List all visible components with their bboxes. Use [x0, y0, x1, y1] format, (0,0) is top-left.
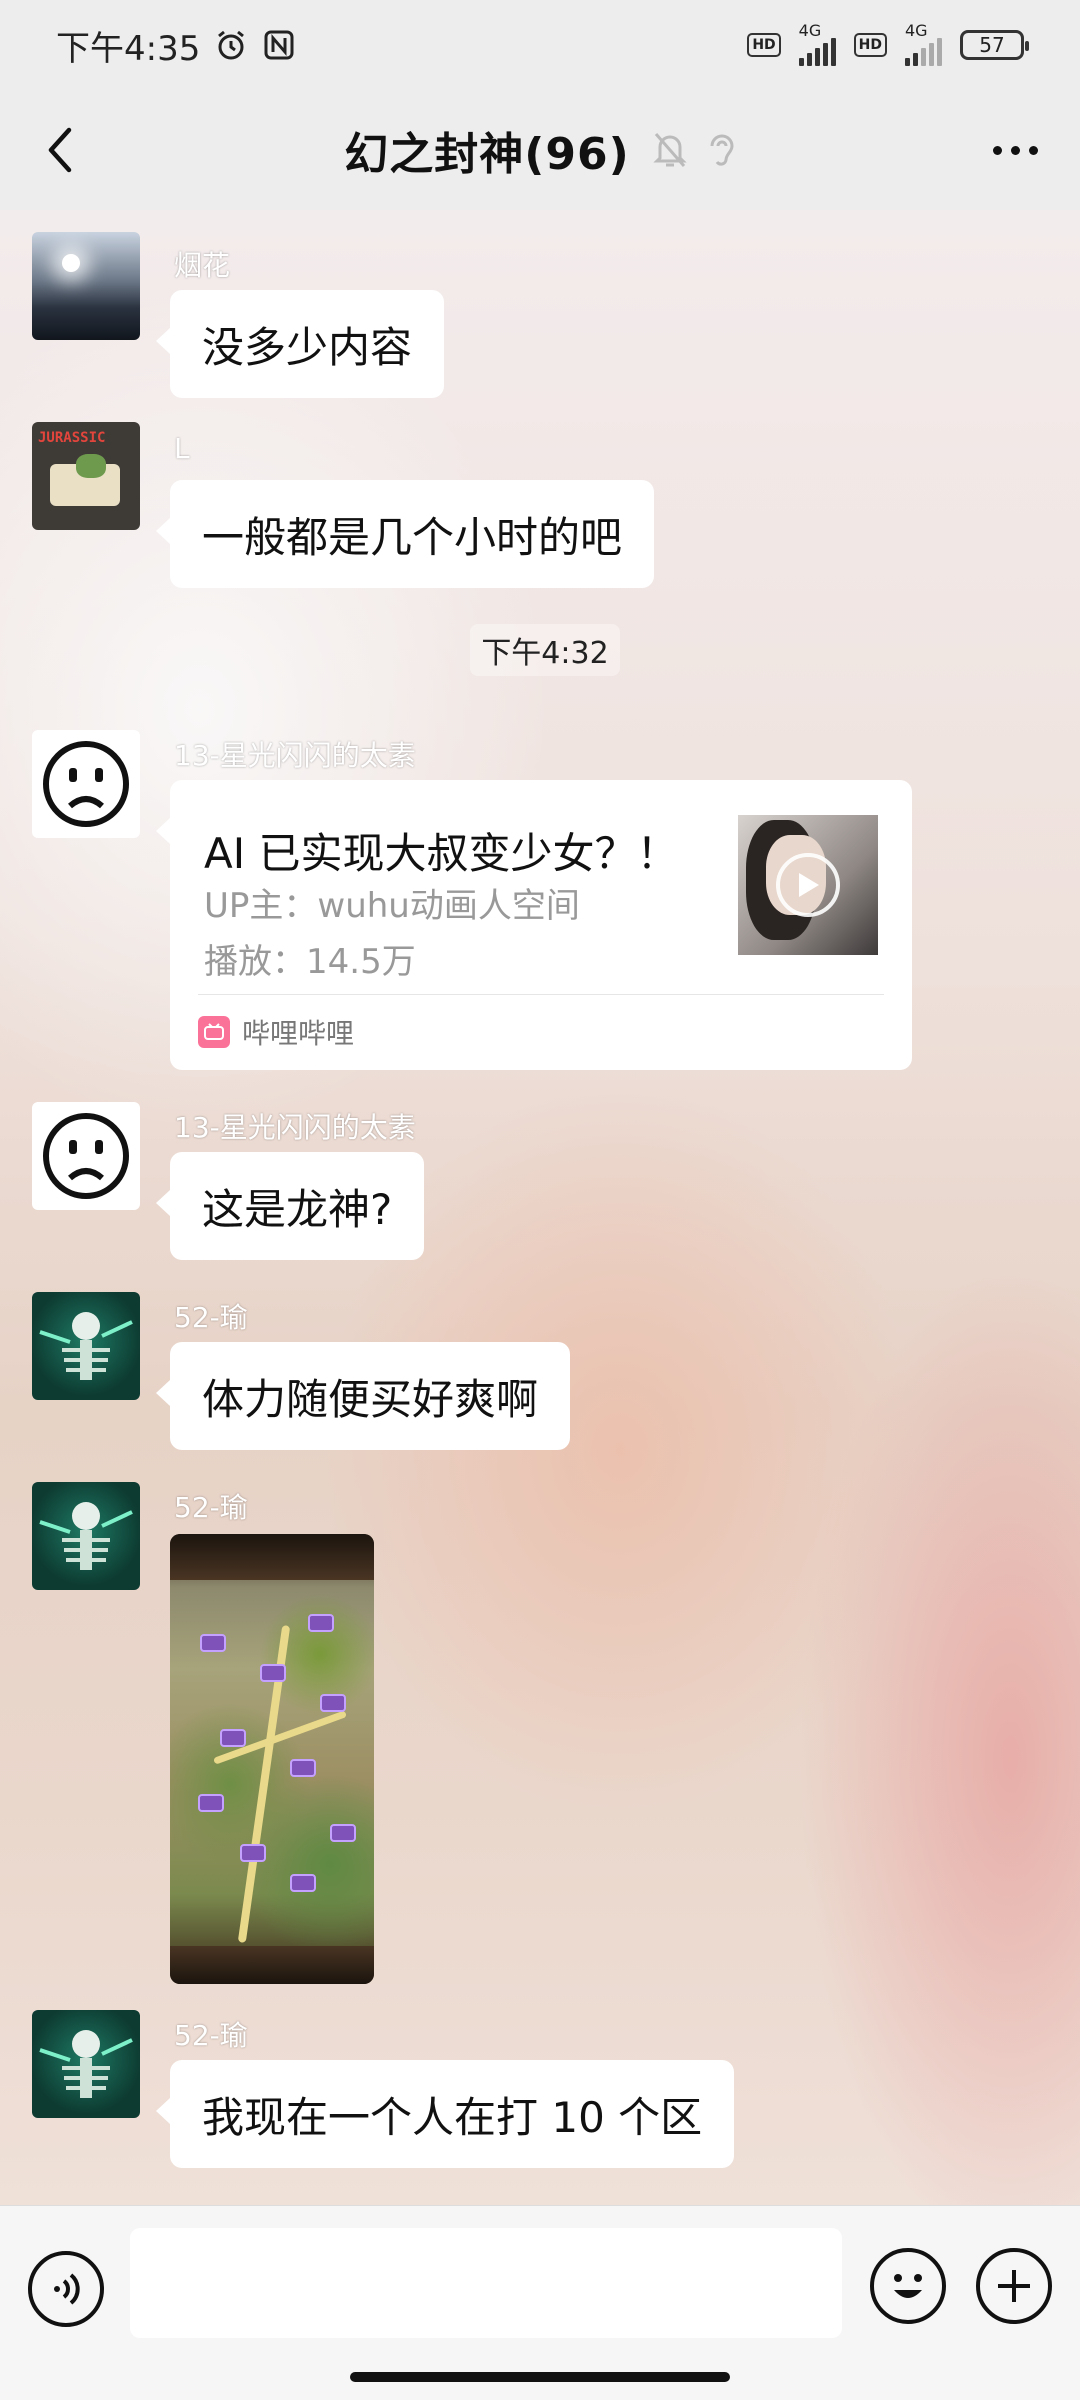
- sender-name: L: [174, 432, 190, 465]
- map-node: [320, 1694, 346, 1712]
- map-node: [330, 1824, 356, 1842]
- net-type: 4G: [905, 21, 928, 40]
- hd-badge: HD: [853, 33, 887, 57]
- nfc-icon: [264, 30, 294, 60]
- signal-bars-icon: [798, 38, 836, 66]
- map-node: [240, 1844, 266, 1862]
- message-bubble[interactable]: 一般都是几个小时的吧: [155, 480, 655, 588]
- more-icon: [1028, 145, 1038, 155]
- avatar[interactable]: [32, 730, 140, 838]
- status-right: HD 4G HD 4G 57: [747, 21, 1029, 66]
- net-type: 4G: [798, 21, 822, 40]
- divider: [198, 994, 884, 995]
- alarm-icon: [218, 30, 245, 60]
- title-wrap: 幻之封神(96): [0, 90, 1080, 210]
- more-icon: [992, 145, 1002, 155]
- group-title: 幻之封神(96): [344, 129, 630, 180]
- battery-level: 57: [979, 33, 1005, 57]
- title-icons: [652, 130, 736, 170]
- message-input[interactable]: [130, 2228, 842, 2338]
- bell-muted-icon: [653, 133, 687, 167]
- signal-2: 4G: [905, 21, 942, 66]
- card-title: AI 已实现大叔变少女？！: [204, 829, 679, 878]
- sender-name: 13-星光闪闪的太素: [174, 739, 416, 772]
- home-indicator[interactable]: [350, 2372, 730, 2382]
- signal-1: 4G: [798, 21, 836, 66]
- input-bar: [0, 2205, 1080, 2400]
- source-name: 哔哩哔哩: [242, 1017, 355, 1050]
- avatar[interactable]: JURASSIC: [32, 422, 140, 530]
- more-button[interactable]: [980, 120, 1050, 180]
- map-node: [198, 1794, 224, 1812]
- sender-name: 52-瑜: [174, 1301, 248, 1334]
- sender-name: 烟花: [174, 249, 231, 282]
- emoji-icon: [894, 2274, 922, 2298]
- play-icon: [776, 853, 840, 917]
- chat-header: 幻之封神(96): [0, 90, 1080, 210]
- sender-name: 52-瑜: [174, 2019, 248, 2052]
- status-time: 下午4:35: [56, 28, 201, 69]
- map-node: [200, 1634, 226, 1652]
- message-bubble[interactable]: 没多少内容: [155, 290, 445, 398]
- sender-name: 13-星光闪闪的太素: [174, 1111, 416, 1144]
- card-uploader: UP主：wuhu动画人空间: [204, 886, 580, 926]
- message-bubble[interactable]: 我现在一个人在打 10 个区: [155, 2060, 735, 2168]
- game-bottombar: [170, 1946, 374, 1984]
- plus-icon: [998, 2270, 1030, 2302]
- status-left: 下午4:35: [56, 21, 296, 70]
- voice-button[interactable]: [28, 2251, 104, 2327]
- skeleton-avatar-icon: [39, 1312, 133, 1380]
- time-label: 下午4:32: [470, 624, 620, 676]
- battery-icon: 57: [960, 30, 1029, 60]
- map-node: [290, 1759, 316, 1777]
- bilibili-icon: [198, 1016, 230, 1048]
- game-topbar: [170, 1534, 374, 1580]
- skeleton-avatar-icon: [39, 2030, 133, 2098]
- avatar[interactable]: [32, 1482, 140, 1590]
- status-bar: 下午4:35 HD 4G HD 4G 57: [0, 0, 1080, 90]
- avatar[interactable]: [32, 232, 140, 340]
- ear-icon: [710, 134, 734, 166]
- sad-face-icon: [43, 1113, 129, 1199]
- map-node: [290, 1874, 316, 1892]
- image-message[interactable]: [170, 1534, 374, 1984]
- sad-face-icon: [43, 741, 129, 827]
- map-node: [220, 1729, 246, 1747]
- message-bubble[interactable]: 体力随便买好爽啊: [155, 1342, 571, 1450]
- hd-badge: HD: [747, 33, 781, 57]
- map-node: [260, 1664, 286, 1682]
- signal-bars-icon: [905, 38, 942, 66]
- link-card[interactable]: AI 已实现大叔变少女？！ UP主：wuhu动画人空间 播放：14.5万 哔哩哔…: [156, 780, 912, 1070]
- card-play-count: 播放：14.5万: [204, 942, 416, 982]
- card-source: 哔哩哔哩: [198, 1012, 354, 1052]
- avatar[interactable]: [32, 2010, 140, 2118]
- avatar[interactable]: [32, 1292, 140, 1400]
- voice-icon: [54, 2273, 80, 2305]
- emoji-button[interactable]: [870, 2248, 946, 2324]
- map-node: [308, 1614, 334, 1632]
- skeleton-avatar-icon: [39, 1502, 133, 1570]
- plus-button[interactable]: [976, 2248, 1052, 2324]
- sender-name: 52-瑜: [174, 1491, 248, 1524]
- avatar[interactable]: [32, 1102, 140, 1210]
- chat-area[interactable]: 烟花 没多少内容 JURASSIC L 一般都是几个小时的吧 下午4:32 13…: [0, 210, 1080, 2205]
- message-bubble[interactable]: 这是龙神?: [155, 1152, 425, 1260]
- more-icon: [1010, 145, 1020, 155]
- video-thumbnail[interactable]: [738, 815, 878, 955]
